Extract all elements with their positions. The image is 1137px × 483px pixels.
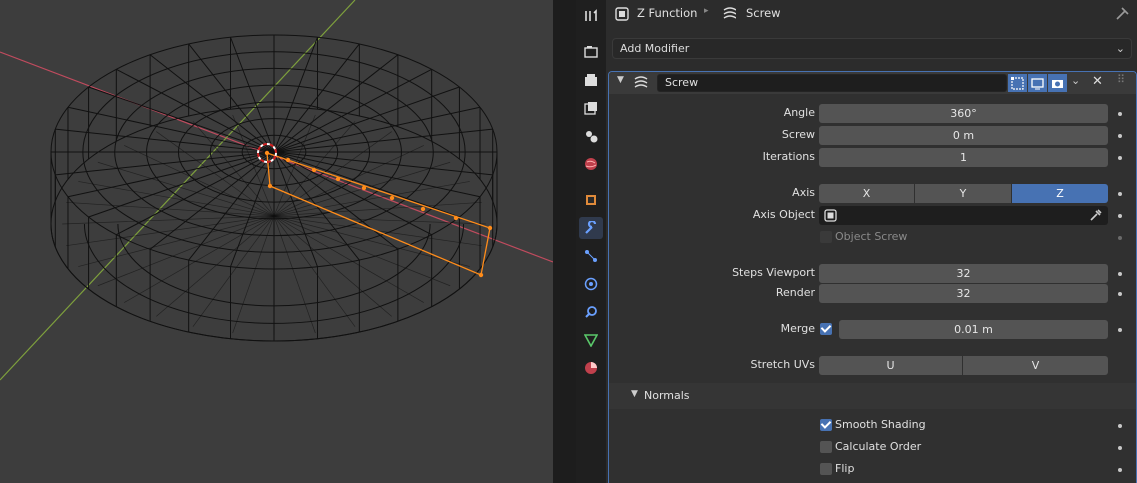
screw-icon [634, 76, 648, 88]
tool-icon[interactable] [579, 5, 603, 27]
edit-mode-toggle-icon[interactable] [1008, 74, 1027, 92]
selected-vertex[interactable] [361, 185, 367, 191]
viewport-canvas[interactable] [0, 0, 553, 483]
material-icon[interactable] [579, 357, 603, 379]
render-icon[interactable] [579, 41, 603, 63]
properties-tab-bar [576, 0, 606, 483]
selected-vertex[interactable] [453, 215, 459, 221]
selected-vertex[interactable] [285, 157, 291, 163]
screw-modifier-panel: ▼ Screw ⌄ ✕ ⠿ Angle 360° Screw 0 m Itera… [608, 71, 1137, 483]
selected-profile[interactable] [264, 150, 493, 278]
screw-icon [723, 7, 736, 19]
keyframe-dot[interactable] [1118, 446, 1122, 450]
object-icon [615, 7, 629, 21]
keyframe-dot[interactable] [1118, 328, 1122, 332]
calculate-order-label: Calculate Order [835, 440, 922, 453]
angle-field[interactable]: 360° [819, 104, 1108, 123]
keyframe-dot[interactable] [1118, 192, 1122, 196]
collapse-triangle-icon[interactable]: ▼ [631, 389, 638, 399]
scene-icon[interactable] [579, 125, 603, 147]
particles-icon[interactable] [579, 245, 603, 267]
add-modifier-dropdown[interactable]: Add Modifier ⌄ [612, 38, 1132, 59]
data-icon[interactable] [579, 329, 603, 351]
keyframe-dot[interactable] [1118, 424, 1122, 428]
axis-object-field[interactable] [819, 206, 1108, 225]
keyframe-dot[interactable] [1118, 468, 1122, 472]
object-icon[interactable] [579, 189, 603, 211]
iterations-field[interactable]: 1 [819, 148, 1108, 167]
chevron-down-icon: ⌄ [1115, 42, 1125, 55]
smooth-shading-checkbox[interactable] [820, 419, 832, 431]
selected-vertex[interactable] [335, 176, 341, 182]
breadcrumb: Z Function ▸ Screw [606, 0, 1137, 28]
region-separator [553, 0, 576, 483]
flip-checkbox[interactable] [820, 463, 832, 475]
screw-field[interactable]: 0 m [819, 126, 1108, 145]
3d-viewport[interactable] [0, 0, 553, 483]
drag-handle-icon[interactable]: ⠿ [1117, 73, 1125, 86]
y-axis-line [0, 0, 356, 381]
calculate-order-checkbox[interactable] [820, 441, 832, 453]
axis-x-button[interactable]: X [819, 184, 914, 203]
selected-vertex[interactable] [389, 195, 395, 201]
keyframe-dot[interactable] [1118, 236, 1122, 240]
collapse-triangle-icon[interactable]: ▼ [617, 75, 624, 85]
axis-object-label: Axis Object [752, 208, 815, 221]
merge-label: Merge [780, 322, 815, 335]
keyframe-dot[interactable] [1118, 272, 1122, 276]
eyedropper-icon[interactable] [1089, 209, 1102, 222]
pin-icon[interactable] [1116, 6, 1130, 20]
properties-editor: Z Function ▸ Screw Add Modifier ⌄ ▼ Scre… [606, 0, 1137, 483]
steps-viewport-field[interactable]: 32 [819, 264, 1108, 283]
render-toggle-icon[interactable] [1048, 74, 1067, 92]
smooth-shading-label: Smooth Shading [835, 418, 926, 431]
view-layer-icon[interactable] [579, 97, 603, 119]
keyframe-dot[interactable] [1118, 156, 1122, 160]
object-icon [824, 209, 837, 222]
selected-vertex[interactable] [311, 167, 317, 173]
selected-vertex[interactable] [478, 272, 484, 278]
stretch-u-button[interactable]: U [819, 356, 962, 375]
selected-vertex[interactable] [267, 183, 273, 189]
angle-label: Angle [783, 106, 815, 119]
render-steps-field[interactable]: 32 [819, 284, 1108, 303]
chevron-right-icon: ▸ [704, 6, 709, 16]
render-label: Render [775, 286, 815, 299]
breadcrumb-modifier: Screw [746, 6, 781, 20]
breadcrumb-object: Z Function [637, 6, 698, 20]
stretch-v-button[interactable]: V [963, 356, 1108, 375]
modifier-header: ▼ Screw ⌄ ✕ ⠿ [609, 72, 1136, 94]
merge-checkbox[interactable] [820, 323, 832, 335]
object-screw-label: Object Screw [835, 230, 908, 243]
axis-label: Axis [792, 186, 815, 199]
physics-icon[interactable] [579, 273, 603, 295]
modifier-icon[interactable] [579, 217, 603, 239]
keyframe-dot[interactable] [1118, 292, 1122, 296]
keyframe-dot[interactable] [1118, 112, 1122, 116]
output-icon[interactable] [579, 69, 603, 91]
screw-label: Screw [781, 128, 815, 141]
normals-subpanel-header[interactable]: ▼ Normals [609, 383, 1136, 409]
flip-label: Flip [835, 462, 855, 475]
merge-distance-field[interactable]: 0.01 m [839, 320, 1108, 339]
keyframe-dot[interactable] [1118, 134, 1122, 138]
object-screw-checkbox[interactable] [820, 231, 832, 243]
add-modifier-label: Add Modifier [620, 42, 690, 55]
axis-y-button[interactable]: Y [915, 184, 1011, 203]
keyframe-dot[interactable] [1118, 214, 1122, 218]
iterations-label: Iterations [762, 150, 815, 163]
stretch-uvs-label: Stretch UVs [750, 358, 815, 371]
chevron-down-icon[interactable]: ⌄ [1071, 74, 1080, 87]
axis-z-button[interactable]: Z [1012, 184, 1108, 203]
selected-vertex[interactable] [487, 225, 493, 231]
selected-vertex[interactable] [420, 206, 426, 212]
world-icon[interactable] [579, 153, 603, 175]
constraints-icon[interactable] [579, 301, 603, 323]
viewport-toggle-icon[interactable] [1028, 74, 1047, 92]
normals-title: Normals [644, 389, 690, 402]
close-icon[interactable]: ✕ [1092, 74, 1103, 89]
steps-viewport-label: Steps Viewport [732, 266, 815, 279]
modifier-name-field[interactable]: Screw [657, 74, 1007, 92]
